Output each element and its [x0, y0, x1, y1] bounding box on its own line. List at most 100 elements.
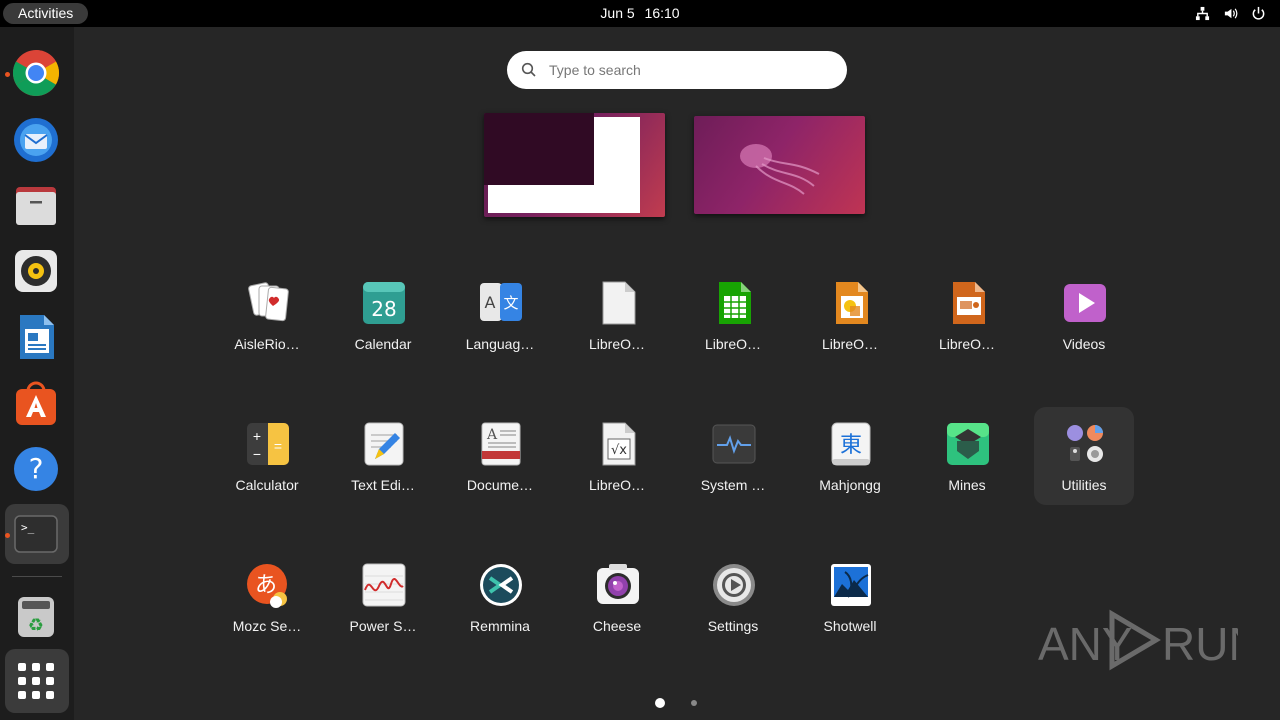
videos-icon: [1064, 284, 1106, 322]
svg-text:=: =: [274, 438, 282, 454]
app-tile-libreoffice-math[interactable]: √x LibreO…: [567, 407, 667, 505]
app-tile-document-viewer[interactable]: A Docume…: [450, 407, 550, 505]
dock-separator: [12, 576, 62, 577]
app-tile-libreoffice-impress[interactable]: LibreO…: [917, 266, 1017, 364]
app-tile-aisleriot[interactable]: AisleRio…: [217, 266, 317, 364]
svg-text:RUN: RUN: [1162, 618, 1238, 670]
system-tray[interactable]: [1195, 6, 1266, 21]
app-tile-system-monitor[interactable]: System …: [683, 407, 783, 505]
libreoffice-calc-icon: [719, 282, 751, 324]
dock: ? >_ ♻: [0, 27, 74, 720]
calculator-icon: + − =: [247, 423, 289, 465]
svg-text:♻: ♻: [28, 615, 44, 636]
terminal-icon[interactable]: >_: [12, 510, 60, 558]
shotwell-icon: [831, 564, 871, 606]
app-label: Calendar: [354, 336, 412, 352]
mahjongg-icon: 東: [831, 422, 871, 466]
clock-time: 16:10: [644, 5, 680, 21]
app-tile-settings[interactable]: Settings: [683, 548, 783, 646]
page-indicator-1[interactable]: [655, 698, 665, 708]
workspace-thumbnail-2[interactable]: [694, 116, 865, 214]
app-label: System …: [700, 477, 766, 493]
chrome-icon[interactable]: [12, 49, 60, 97]
app-tile-cheese[interactable]: Cheese: [567, 548, 667, 646]
icon-glyph: 東: [840, 433, 862, 458]
page-indicator-2[interactable]: [691, 700, 697, 706]
svg-text:?: ?: [29, 452, 44, 485]
search-input[interactable]: Type to search: [507, 51, 847, 89]
app-label: Videos: [1062, 336, 1106, 352]
workspace-thumbnail-1[interactable]: [484, 113, 665, 217]
svg-text:文: 文: [503, 294, 518, 312]
app-tile-power-statistics[interactable]: Power S…: [333, 548, 433, 646]
icon-glyph: あ: [255, 573, 277, 598]
app-label: Mines: [948, 477, 986, 493]
app-label: Cheese: [592, 618, 642, 634]
search-icon: [521, 62, 536, 77]
help-icon[interactable]: ?: [12, 445, 60, 493]
app-tile-language[interactable]: A 文 Languag…: [450, 266, 550, 364]
clock[interactable]: Jun 5 16:10: [0, 0, 1280, 27]
app-tile-shotwell[interactable]: Shotwell: [800, 548, 900, 646]
app-tile-mahjongg[interactable]: 東 Mahjongg: [800, 407, 900, 505]
app-label: LibreO…: [938, 336, 996, 352]
files-icon[interactable]: [12, 181, 60, 229]
document-viewer-icon: A: [481, 422, 521, 466]
jellyfish-wallpaper-icon: [740, 144, 820, 195]
app-tile-calculator[interactable]: + − = Calculator: [217, 407, 317, 505]
clock-date: Jun 5: [600, 5, 635, 21]
app-tile-remmina[interactable]: Remmina: [450, 548, 550, 646]
software-icon[interactable]: [12, 379, 60, 427]
writer-icon[interactable]: [12, 313, 60, 361]
app-tile-libreoffice-calc[interactable]: LibreO…: [683, 266, 783, 364]
svg-text:>_: >_: [21, 521, 35, 534]
app-tile-mines[interactable]: Mines: [917, 407, 1017, 505]
language-icon: A文: [480, 283, 522, 321]
utilities-folder-icon: [1067, 425, 1103, 462]
icon-glyph: 28: [371, 297, 396, 321]
search-placeholder: Type to search: [549, 62, 641, 78]
app-tile-libreoffice-draw[interactable]: LibreO…: [800, 266, 900, 364]
power-statistics-icon: [362, 563, 406, 607]
app-label: Mahjongg: [819, 477, 881, 493]
thunderbird-icon[interactable]: [12, 115, 60, 163]
libreoffice-draw-icon: [836, 282, 868, 324]
app-tile-mozc[interactable]: あ Mozc Se…: [217, 548, 317, 646]
app-tile-libreoffice[interactable]: LibreO…: [567, 266, 667, 364]
network-icon[interactable]: [1195, 6, 1210, 21]
volume-icon[interactable]: [1223, 6, 1238, 21]
mozc-icon: あ: [247, 564, 287, 608]
svg-text:+: +: [253, 428, 261, 444]
app-label: LibreO…: [704, 336, 762, 352]
libreoffice-math-icon: √x: [602, 422, 636, 466]
top-bar: Activities Jun 5 16:10: [0, 0, 1280, 27]
app-label: Settings: [707, 618, 759, 634]
app-tile-calendar[interactable]: 28 Calendar: [333, 266, 433, 364]
text-editor-icon: [364, 422, 404, 466]
app-label: LibreO…: [588, 477, 646, 493]
trash-icon[interactable]: ♻: [12, 593, 60, 641]
svg-text:√x: √x: [611, 443, 627, 458]
remmina-icon: [480, 564, 522, 606]
app-label: Remmina: [470, 618, 530, 634]
app-label: Utilities: [1061, 477, 1107, 493]
app-tile-utilities-folder[interactable]: Utilities: [1034, 407, 1134, 505]
mines-icon: [947, 423, 989, 465]
app-tile-videos[interactable]: Videos: [1034, 266, 1134, 364]
rhythmbox-icon[interactable]: [12, 247, 60, 295]
anyrun-watermark: ANY RUN: [1038, 608, 1262, 672]
app-label: AisleRio…: [234, 336, 300, 352]
libreoffice-icon: [602, 281, 636, 325]
svg-text:A: A: [485, 293, 496, 312]
app-grid-icon[interactable]: [12, 657, 60, 705]
app-label: Power S…: [349, 618, 417, 634]
app-label: Shotwell: [823, 618, 877, 634]
aisleriot-icon: [248, 282, 289, 322]
svg-text:A: A: [486, 427, 498, 443]
app-label: Docume…: [466, 477, 534, 493]
terminal-window-preview: [484, 113, 594, 185]
anyrun-logo: ANY RUN: [1038, 609, 1262, 671]
power-icon[interactable]: [1251, 6, 1266, 21]
cheese-icon: [597, 564, 639, 604]
app-tile-text-editor[interactable]: Text Edi…: [333, 407, 433, 505]
